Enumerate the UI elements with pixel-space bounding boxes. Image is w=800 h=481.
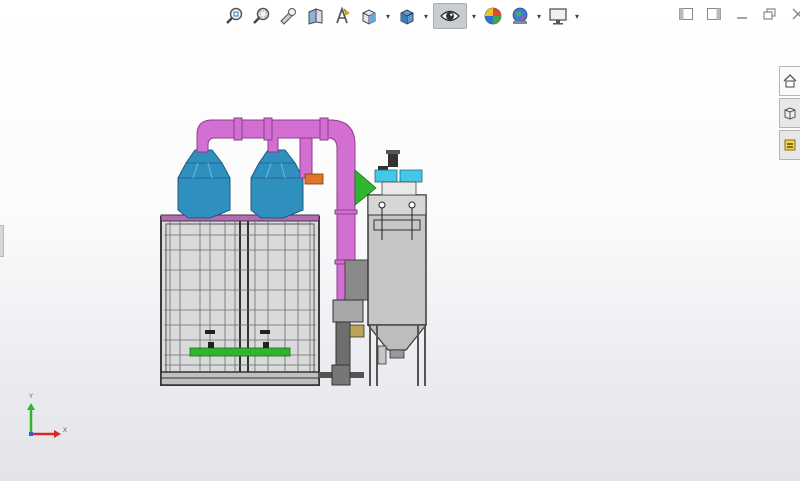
annotation-views-icon — [336, 6, 350, 24]
file-explorer-icon — [784, 139, 796, 151]
view-orientation-dropdown-icon[interactable]: ▾ — [384, 12, 392, 21]
axis-triad-icon — [27, 403, 61, 438]
tile-left-icon — [679, 8, 693, 20]
previous-view-button[interactable] — [276, 4, 300, 28]
tab-file-explorer[interactable] — [779, 130, 800, 160]
apply-scene-button[interactable] — [508, 4, 532, 28]
dust-collector — [366, 150, 428, 386]
minimize-icon — [737, 17, 747, 19]
tab-design-library[interactable] — [779, 98, 800, 128]
home-icon — [783, 74, 797, 88]
previous-view-icon — [280, 8, 296, 25]
hide-show-items-button[interactable] — [433, 3, 467, 29]
close-button[interactable] — [788, 6, 800, 22]
section-view-icon — [308, 8, 323, 25]
apply-scene-icon — [512, 7, 528, 24]
monitor-icon — [549, 8, 567, 25]
view-orientation-button[interactable] — [357, 4, 381, 28]
close-icon — [792, 8, 800, 20]
view-orientation-icon — [362, 9, 376, 25]
tab-solidworks-resources[interactable] — [779, 66, 800, 96]
zoom-area-icon — [253, 7, 270, 24]
hide-show-dropdown-icon[interactable]: ▾ — [470, 12, 478, 21]
zoom-fit-icon — [226, 7, 243, 24]
assembly-model-view[interactable] — [150, 110, 450, 390]
zoom-to-area-button[interactable] — [249, 4, 273, 28]
restore-button[interactable] — [760, 6, 780, 22]
view-settings-button[interactable] — [546, 4, 570, 28]
exhaust-hood-right — [250, 149, 304, 219]
reference-triad: Y X — [22, 394, 72, 444]
display-style-dropdown-icon[interactable]: ▾ — [422, 12, 430, 21]
dynamic-annotation-views-button[interactable] — [330, 4, 354, 28]
edit-appearance-icon — [484, 7, 502, 25]
equipment-cabinet — [160, 214, 320, 386]
section-view-button[interactable] — [303, 4, 327, 28]
tile-left-button[interactable] — [676, 6, 696, 22]
task-pane-tabs — [779, 66, 800, 162]
y-axis-label: Y — [29, 394, 34, 400]
zoom-to-fit-button[interactable] — [222, 4, 246, 28]
hide-show-icon — [440, 10, 460, 22]
display-style-button[interactable] — [395, 4, 419, 28]
minimize-button[interactable] — [732, 6, 752, 22]
apply-scene-dropdown-icon[interactable]: ▾ — [535, 12, 543, 21]
edit-appearance-button[interactable] — [481, 4, 505, 28]
tile-right-icon — [707, 8, 721, 20]
x-axis-label: X — [63, 428, 68, 434]
view-settings-dropdown-icon[interactable]: ▾ — [573, 12, 581, 21]
feature-manager-collapse-handle[interactable] — [0, 225, 4, 257]
parts-library-icon — [784, 107, 796, 120]
restore-icon — [763, 8, 776, 20]
tile-right-button[interactable] — [704, 6, 724, 22]
exhaust-hood-left — [177, 149, 231, 219]
window-controls — [676, 6, 800, 22]
heads-up-view-toolbar: ▾ ▾ ▾ ▾ ▾ — [222, 2, 581, 30]
display-style-icon — [400, 9, 414, 25]
blower-motor — [319, 299, 365, 386]
